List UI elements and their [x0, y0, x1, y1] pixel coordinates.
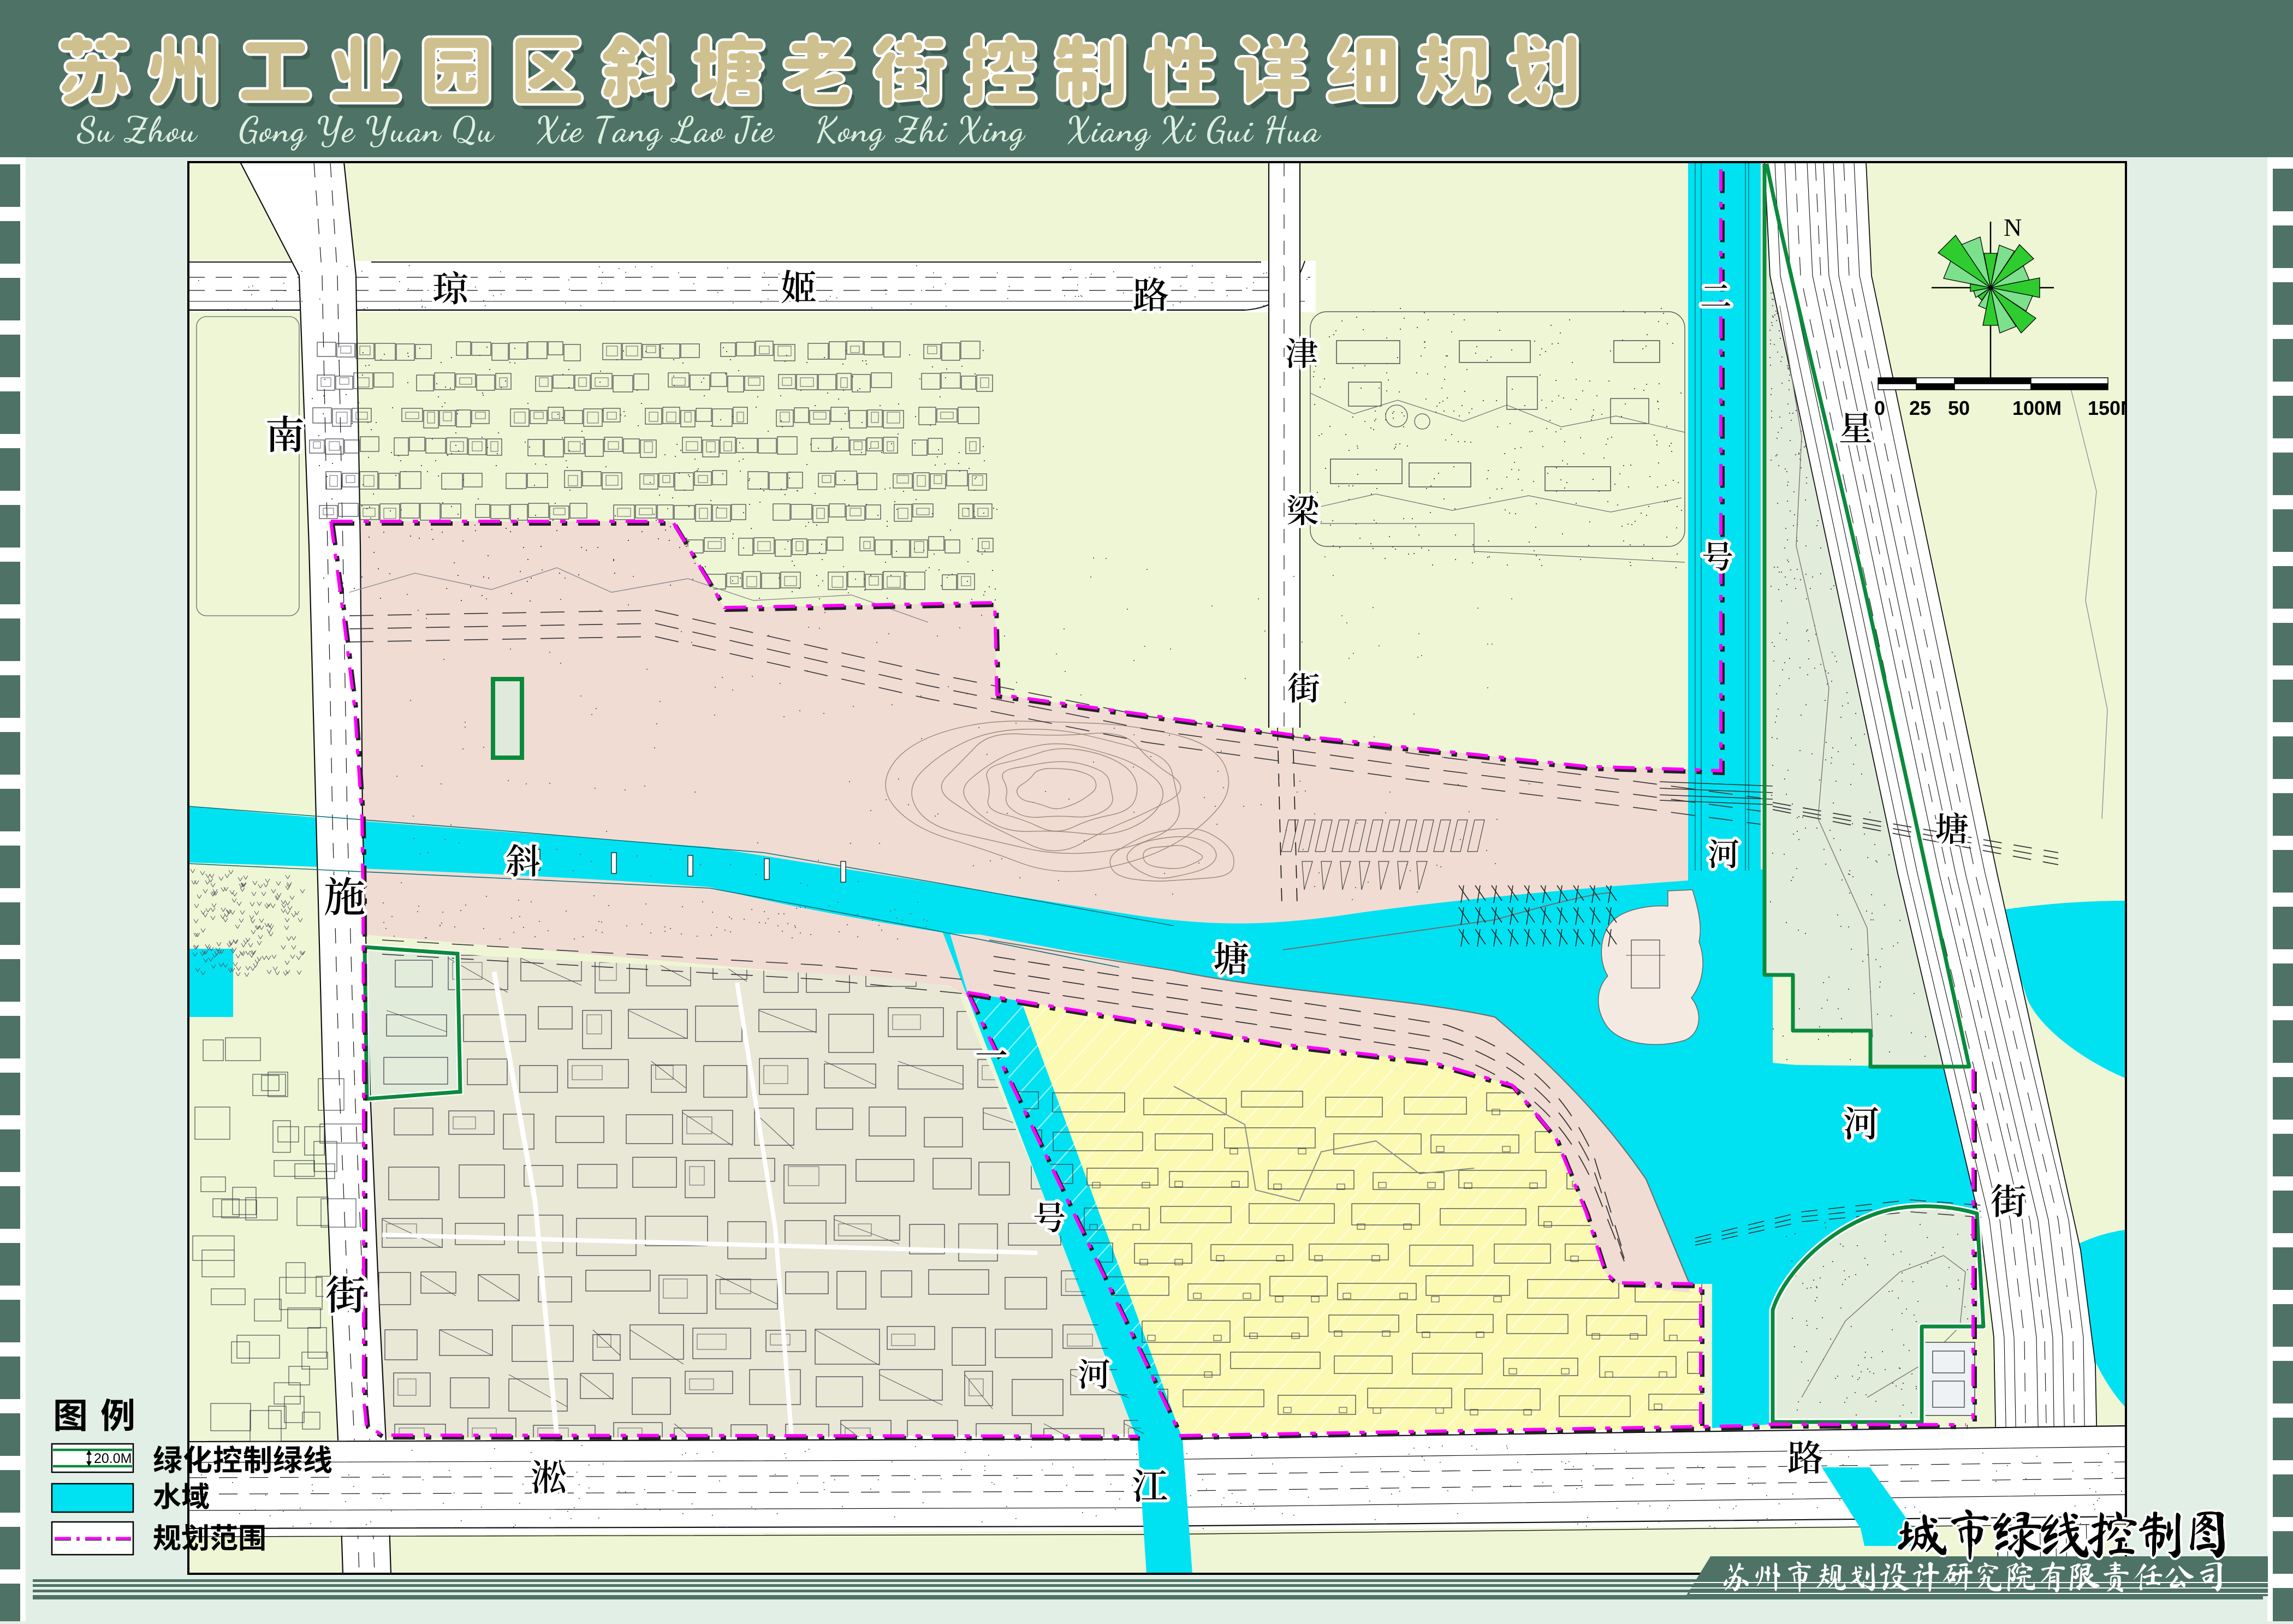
svg-text:20.0M: 20.0M [94, 1451, 132, 1466]
svg-text:50: 50 [1948, 397, 1970, 419]
svg-text:N: N [2004, 213, 2022, 241]
svg-text:100M: 100M [2012, 397, 2062, 419]
svg-text:0: 0 [1874, 397, 1885, 419]
svg-text:25: 25 [1909, 397, 1931, 419]
